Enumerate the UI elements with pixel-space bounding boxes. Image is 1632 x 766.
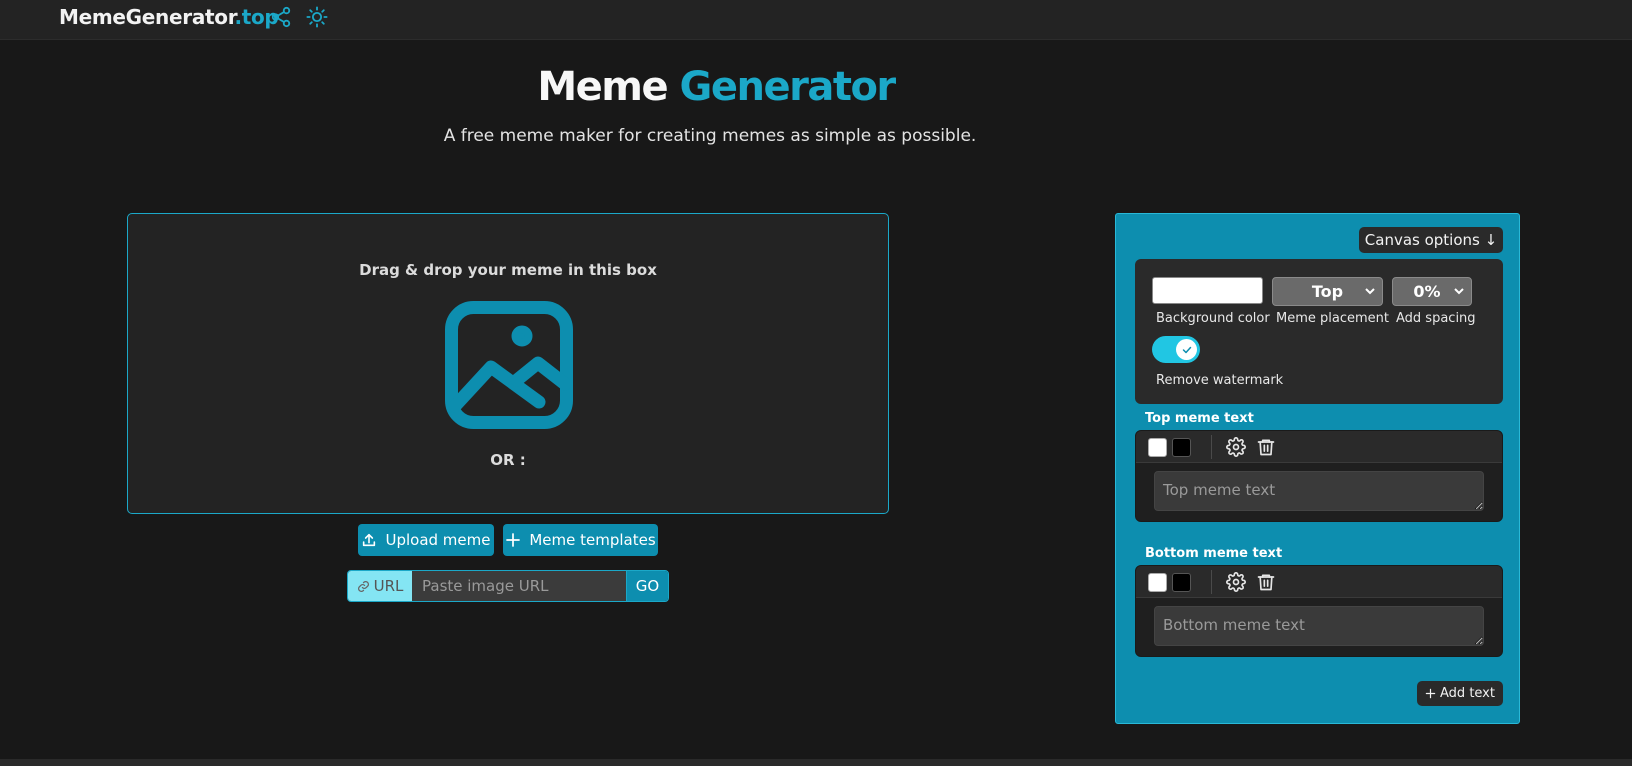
remove-watermark-toggle[interactable] (1152, 336, 1200, 363)
check-icon (1182, 346, 1191, 353)
url-addon: URL (348, 571, 412, 601)
text-toolbar (1136, 431, 1502, 463)
plus-icon (506, 533, 521, 547)
add-spacing-value: 0% (1413, 282, 1441, 301)
bottom-text-card (1135, 565, 1503, 657)
gear-icon[interactable] (1226, 572, 1246, 592)
go-button[interactable]: GO (626, 571, 668, 601)
meme-templates-label: Meme templates (529, 531, 656, 549)
canvas-options-box: Background color Top Meme placement 0% A… (1135, 259, 1503, 404)
toolbar-divider (1211, 570, 1212, 594)
drop-zone[interactable]: Drag & drop your meme in this box OR : (127, 213, 889, 514)
drop-zone-title: Drag & drop your meme in this box (359, 261, 657, 279)
background-color-label: Background color (1156, 311, 1270, 326)
add-text-label: Add text (1440, 686, 1495, 701)
meme-placement-value: Top (1311, 282, 1344, 301)
url-input-group: URL GO (347, 570, 669, 602)
image-url-input[interactable] (412, 571, 626, 601)
add-spacing-select[interactable]: 0% (1392, 277, 1472, 306)
trash-icon[interactable] (1256, 437, 1276, 457)
bottom-text-title: Bottom meme text (1145, 546, 1283, 561)
sun-icon[interactable] (306, 6, 328, 28)
gear-icon[interactable] (1226, 437, 1246, 457)
top-text-title: Top meme text (1145, 411, 1254, 426)
text-toolbar (1136, 566, 1502, 598)
canvas-options-button[interactable]: Canvas options ↓ (1359, 227, 1503, 253)
upload-meme-button[interactable]: Upload meme (358, 524, 494, 556)
share-icon[interactable] (270, 6, 292, 28)
footer-edge (0, 759, 1632, 766)
page-title: Meme Generator (0, 64, 1432, 110)
upload-meme-label: Upload meme (385, 531, 491, 549)
trash-icon[interactable] (1256, 572, 1276, 592)
page-title-main: Meme (537, 64, 668, 110)
text-stroke-color-swatch[interactable] (1172, 438, 1191, 457)
meme-templates-button[interactable]: Meme templates (503, 524, 658, 556)
toggle-knob (1176, 339, 1197, 360)
add-text-button[interactable]: Add text (1417, 681, 1503, 706)
text-fill-color-swatch[interactable] (1148, 573, 1167, 592)
page-subtitle: A free meme maker for creating memes as … (443, 126, 977, 146)
brand-name: MemeGenerator (59, 5, 235, 29)
chevron-down-icon (1365, 288, 1375, 295)
bottom-text-input[interactable] (1154, 606, 1484, 646)
brand-logo[interactable]: MemeGenerator.top (59, 5, 279, 29)
text-stroke-color-swatch[interactable] (1172, 573, 1191, 592)
page-title-accent: Generator (679, 64, 897, 110)
upload-icon (363, 533, 376, 547)
meme-placement-select[interactable]: Top (1272, 277, 1383, 306)
editor-panel: Canvas options ↓ Background color Top Me… (1115, 213, 1520, 724)
top-navbar: MemeGenerator.top (0, 0, 1632, 40)
top-text-input[interactable] (1154, 471, 1484, 511)
plus-icon (1425, 688, 1436, 699)
image-icon (445, 301, 573, 429)
background-color-picker[interactable] (1152, 277, 1263, 304)
meme-placement-label: Meme placement (1276, 311, 1389, 326)
top-text-card (1135, 430, 1503, 522)
add-spacing-label: Add spacing (1396, 311, 1476, 326)
remove-watermark-label: Remove watermark (1156, 373, 1284, 388)
drop-zone-or: OR : (490, 451, 526, 469)
url-addon-label: URL (373, 577, 404, 595)
text-fill-color-swatch[interactable] (1148, 438, 1167, 457)
toolbar-divider (1211, 435, 1212, 459)
link-icon (357, 580, 369, 592)
chevron-down-icon (1454, 288, 1464, 295)
